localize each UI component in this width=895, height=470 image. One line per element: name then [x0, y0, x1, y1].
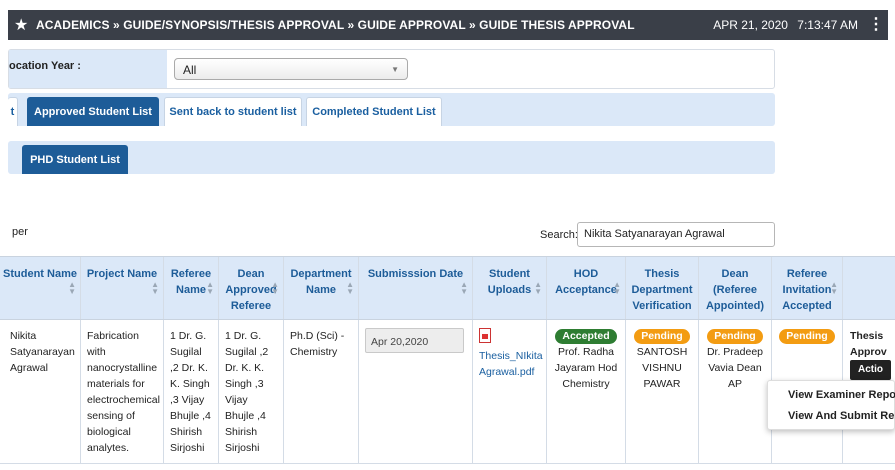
col-dean-approved-referee[interactable]: Dean Approved Referee ▲ ▼: [219, 257, 284, 319]
header-bar: ★ ACADEMICS » GUIDE/SYNOPSIS/THESIS APPR…: [8, 10, 888, 40]
header-label: Student Name: [3, 268, 77, 280]
breadcrumb: ACADEMICS » GUIDE/SYNOPSIS/THESIS APPROV…: [36, 18, 635, 32]
select-value: All: [183, 63, 197, 77]
table-header: Student Name ▲ ▼ Project Name ▲ ▼ Referee Na…: [0, 256, 895, 320]
menu-item-view-and-submit[interactable]: View And Submit Re: [788, 410, 894, 422]
col-hod-acceptance[interactable]: HOD Acceptance ▲ ▼: [547, 257, 626, 319]
sort-icon: ▲ ▼: [68, 280, 76, 296]
search-input[interactable]: Nikita Satyanarayan Agrawal: [577, 222, 775, 247]
sort-icon: ▲ ▼: [460, 280, 468, 296]
sort-icon: ▲ ▼: [613, 280, 621, 296]
verification-name: SANTOSH VISHNU PAWAR: [636, 346, 688, 390]
header-label: Department Name: [290, 268, 352, 296]
col-thesis-department-verification[interactable]: Thesis Department Verification: [626, 257, 699, 319]
star-icon[interactable]: ★: [14, 15, 36, 35]
tab-sent-back-to-student-list[interactable]: Sent back to student list: [164, 97, 302, 126]
cell-project-name: Fabrication with nanocrystalline materia…: [81, 320, 164, 464]
dean-status-badge: Pending: [707, 329, 763, 344]
status-tabs: t Approved Student List Sent back to stu…: [8, 93, 775, 126]
chevron-down-icon: ▼: [391, 65, 399, 74]
submission-date-field[interactable]: Apr 20,2020: [365, 328, 464, 353]
header-label: Dean (Referee Appointed): [705, 268, 765, 312]
table-row: Nikita Satyanarayan Agrawal Fabrication …: [0, 320, 895, 464]
header-label: Thesis Department Verification: [631, 268, 693, 312]
tab-partial[interactable]: t: [8, 97, 18, 126]
sort-icon: ▲ ▼: [151, 280, 159, 296]
thesis-approval-label: Thesis Approv: [850, 330, 887, 358]
pdf-icon[interactable]: [479, 328, 491, 343]
filter-panel: ocation Year : All ▼: [8, 49, 775, 89]
cell-hod-acceptance: Accepted Prof. Radha Jayaram Hod Chemist…: [547, 320, 626, 464]
col-student-name[interactable]: Student Name ▲ ▼: [0, 257, 81, 319]
cell-referee-name: 1 Dr. G. Sugilal ,2 Dr. K. K. Singh ,3 V…: [164, 320, 219, 464]
referee-invitation-badge: Pending: [779, 329, 835, 344]
tab-approved-student-list[interactable]: Approved Student List: [27, 97, 159, 126]
action-button[interactable]: Actio: [850, 360, 891, 380]
datetime: APR 21, 2020 7:13:47 AM: [707, 18, 858, 32]
convocation-year-select[interactable]: All ▼: [174, 58, 408, 80]
cell-submission-date: Apr 20,2020: [359, 320, 473, 464]
sort-icon: ▲ ▼: [206, 280, 214, 296]
cell-thesis-verification: Pending SANTOSH VISHNU PAWAR: [626, 320, 699, 464]
header-time: 7:13:47 AM: [797, 18, 858, 32]
col-referee-invitation-accepted[interactable]: Referee Invitation Accepted ▲ ▼: [772, 257, 843, 319]
cell-student-name: Nikita Satyanarayan Agrawal: [0, 320, 81, 464]
col-submission-date[interactable]: Submisssion Date ▲ ▼: [359, 257, 473, 319]
thesis-file-link[interactable]: Thesis_NIkita Agrawal.pdf: [479, 350, 543, 378]
cell-dean-referee: Pending Dr. Pradeep Vavia Dean AP: [699, 320, 772, 464]
header-label: Student Uploads: [487, 268, 532, 296]
cell-student-uploads: Thesis_NIkita Agrawal.pdf: [473, 320, 547, 464]
cell-department: Ph.D (Sci) - Chemistry: [284, 320, 359, 464]
col-project-name[interactable]: Project Name ▲ ▼: [81, 257, 164, 319]
verification-status-badge: Pending: [634, 329, 690, 344]
col-dean-referee-appointed[interactable]: Dean (Referee Appointed): [699, 257, 772, 319]
sort-icon: ▲ ▼: [346, 280, 354, 296]
program-tabs: PHD Student List: [8, 141, 775, 174]
sort-icon: ▲ ▼: [830, 280, 838, 296]
action-dropdown-menu: View Examiner Repo View And Submit Re: [767, 380, 895, 430]
hod-name: Prof. Radha Jayaram Hod Chemistry: [554, 346, 618, 390]
hod-status-badge: Accepted: [555, 329, 617, 344]
header-label: HOD Acceptance: [555, 268, 617, 296]
convocation-year-label: ocation Year :: [9, 50, 167, 88]
app-frame: ★ ACADEMICS » GUIDE/SYNOPSIS/THESIS APPR…: [0, 0, 895, 470]
header-label: Project Name: [86, 268, 158, 280]
col-student-uploads[interactable]: Student Uploads ▲ ▼: [473, 257, 547, 319]
tab-completed-student-list[interactable]: Completed Student List: [306, 97, 442, 126]
header-label: Submisssion Date: [367, 268, 464, 280]
entries-per-page-text: per: [12, 226, 28, 238]
sort-icon: ▲ ▼: [271, 280, 279, 296]
tab-phd-student-list[interactable]: PHD Student List: [22, 145, 128, 174]
cell-dean-approved-referee: 1 Dr. G. Sugilal ,2 Dr. K. K. Singh ,3 V…: [219, 320, 284, 464]
col-department-name[interactable]: Department Name ▲ ▼: [284, 257, 359, 319]
col-thesis-approval[interactable]: [843, 257, 895, 319]
menu-item-view-examiner-report[interactable]: View Examiner Repo: [788, 389, 895, 401]
header-date: APR 21, 2020: [713, 18, 788, 32]
col-referee-name[interactable]: Referee Name ▲ ▼: [164, 257, 219, 319]
dean-name: Dr. Pradeep Vavia Dean AP: [706, 346, 764, 390]
kebab-menu-icon[interactable]: ⋮: [868, 15, 884, 35]
header-label: Referee Invitation Accepted: [782, 268, 832, 312]
sort-icon: ▲ ▼: [534, 280, 542, 296]
header-label: Dean Approved Referee: [225, 268, 277, 312]
search-label: Search:: [540, 229, 578, 241]
